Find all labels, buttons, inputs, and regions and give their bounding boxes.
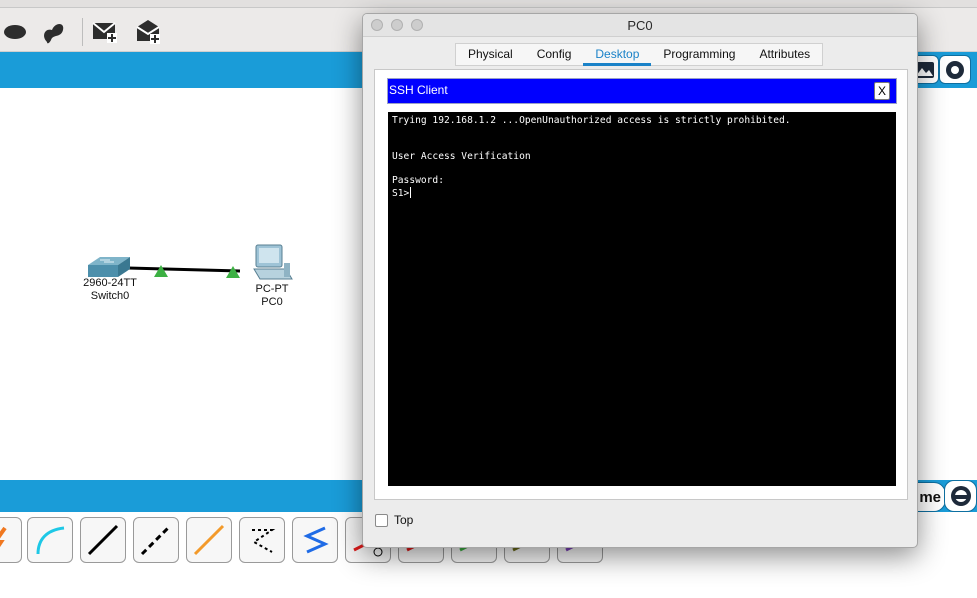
straight-through-cable-icon[interactable]: [80, 517, 126, 563]
link-status-triangle: [226, 265, 240, 283]
ssh-close-button[interactable]: X: [874, 82, 890, 100]
fiber-cable-icon[interactable]: [186, 517, 232, 563]
terminal-line: User Access Verification: [392, 151, 531, 162]
tab-attributes[interactable]: Attributes: [747, 44, 822, 65]
crossover-cable-icon[interactable]: [133, 517, 179, 563]
top-checkbox-label: Top: [394, 513, 414, 527]
device-tabs: Physical Config Desktop Programming Attr…: [455, 43, 824, 66]
ssh-client-header: SSH Client X: [387, 78, 897, 104]
ssh-terminal[interactable]: Trying 192.168.1.2 ...OpenUnauthorized a…: [388, 112, 896, 486]
add-simple-pdu-icon[interactable]: [90, 17, 120, 47]
pc-model-label: PC-PT: [255, 283, 289, 295]
terminal-prompt: S1>: [392, 188, 410, 199]
window-title: PC0: [627, 18, 653, 33]
ellipse-tool-icon[interactable]: [0, 17, 30, 47]
desktop-content: SSH Client X Trying 192.168.1.2 ...OpenU…: [374, 69, 908, 500]
terminal-prompt-line: S1>: [392, 187, 412, 199]
terminal-line: Trying 192.168.1.2 ...OpenUnauthorized a…: [392, 115, 791, 126]
pc-name-label: PC0: [261, 296, 283, 308]
switch-name-label: Switch0: [90, 290, 130, 302]
top-option: Top: [375, 511, 413, 529]
phone-cable-icon[interactable]: [239, 517, 285, 563]
terminal-line: Password:: [392, 175, 444, 186]
realtime-clock-icon[interactable]: [944, 480, 977, 512]
console-cable-icon[interactable]: [27, 517, 73, 563]
freeform-tool-icon[interactable]: [38, 17, 68, 47]
tab-programming[interactable]: Programming: [651, 44, 747, 65]
coaxial-cable-icon[interactable]: [292, 517, 338, 563]
tab-desktop[interactable]: Desktop: [583, 44, 652, 66]
pc0-window: PC0 Physical Config Desktop Programming …: [362, 13, 918, 548]
window-titlebar[interactable]: PC0: [363, 14, 917, 37]
viewport-icon[interactable]: [939, 55, 971, 84]
tab-physical[interactable]: Physical: [456, 44, 525, 65]
top-checkbox[interactable]: [375, 513, 388, 527]
link-status-triangle: [154, 264, 168, 282]
add-complex-pdu-icon[interactable]: [133, 17, 163, 47]
switch-model-label: 2960-24TT: [83, 277, 137, 289]
ssh-client-title: SSH Client: [389, 83, 448, 97]
top-toolbar-strip: [0, 0, 977, 8]
auto-connection-icon[interactable]: [0, 517, 22, 563]
tab-config[interactable]: Config: [525, 44, 584, 65]
text-cursor: [410, 187, 412, 198]
realtime-label: me: [919, 488, 941, 506]
